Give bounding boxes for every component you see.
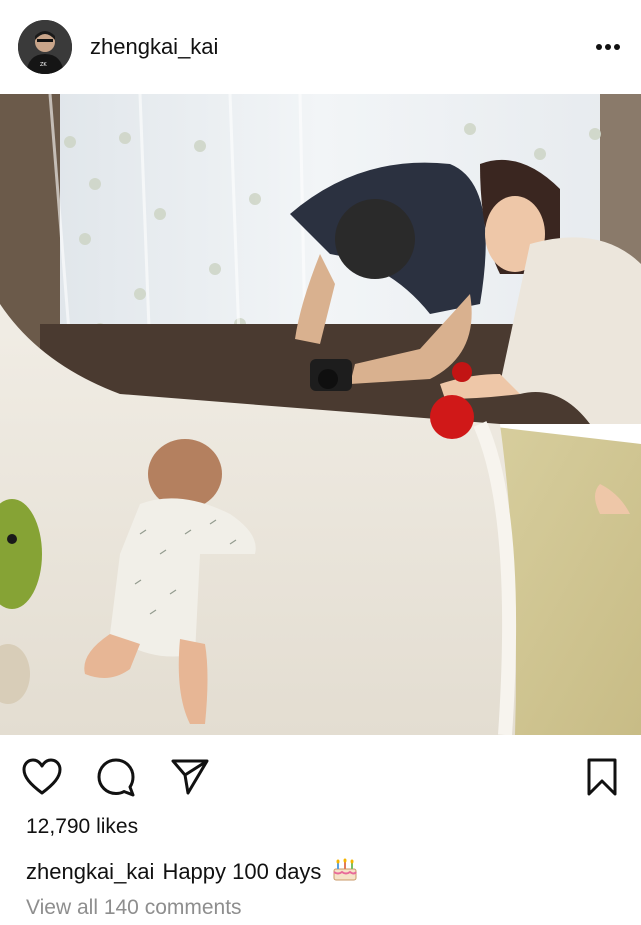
send-icon: [171, 759, 209, 795]
caption: zhengkai_kai Happy 100 days: [26, 855, 359, 889]
like-button[interactable]: [22, 754, 68, 800]
caption-username[interactable]: zhengkai_kai: [26, 859, 154, 885]
view-comments-link[interactable]: View all 140 comments: [26, 896, 242, 920]
comment-button[interactable]: [96, 754, 142, 800]
more-horizontal-icon: [596, 44, 620, 50]
bookmark-icon: [587, 758, 617, 796]
post-image[interactable]: [0, 94, 641, 735]
likes-count[interactable]: 12,790 likes: [26, 815, 138, 839]
avatar[interactable]: ZK: [18, 20, 72, 74]
heart-icon: [22, 758, 62, 795]
caption-text: Happy 100 days: [162, 859, 322, 884]
svg-text:ZK: ZK: [40, 62, 47, 68]
birthday-cake-icon: [331, 855, 359, 889]
more-options-button[interactable]: [593, 32, 623, 62]
share-button[interactable]: [170, 754, 216, 800]
save-button[interactable]: [573, 754, 619, 800]
username[interactable]: zhengkai_kai: [90, 34, 218, 60]
comment-icon: [97, 758, 135, 797]
post-action-bar: [0, 750, 641, 804]
post-header: ZK zhengkai_kai: [0, 0, 641, 94]
